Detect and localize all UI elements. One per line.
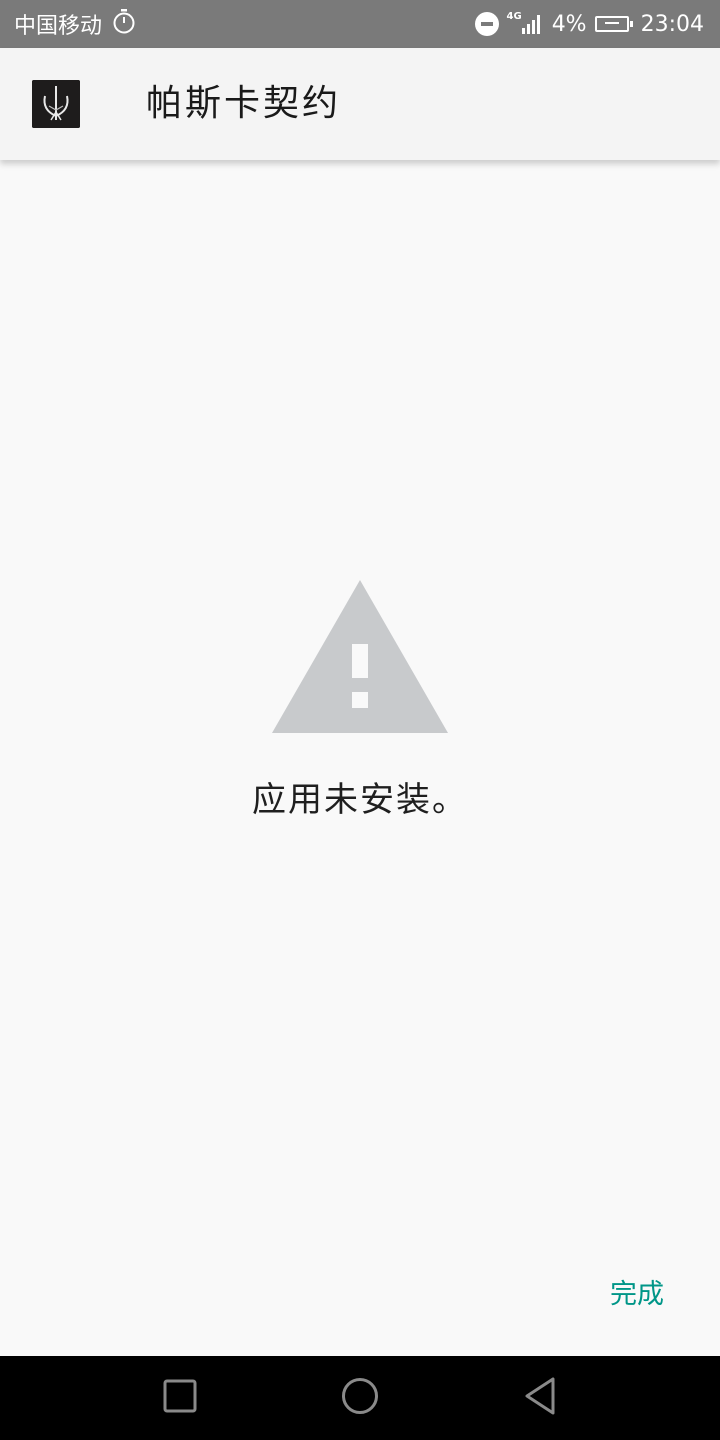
do-not-disturb-icon [474, 12, 499, 36]
done-button[interactable]: 完成 [604, 1272, 670, 1318]
not-installed-message: 应用未安装。 [252, 780, 468, 820]
signal-icon: 4G [507, 12, 544, 36]
home-circle-icon [340, 1376, 380, 1420]
status-right: 4G 4% 23:04 [474, 0, 704, 48]
home-button[interactable] [300, 1356, 420, 1440]
app-title: 帕斯卡契约 [146, 83, 342, 124]
carrier-label: 中国移动 [14, 14, 103, 39]
back-button[interactable] [480, 1356, 600, 1440]
navigation-bar [0, 1356, 720, 1440]
recents-square-icon [162, 1378, 198, 1418]
battery-charging-icon [594, 16, 633, 32]
recents-button[interactable] [120, 1356, 240, 1440]
screen: 中国移动 4G 4% 23:04 帕斯卡契约 应用未安装。 完成 [0, 0, 720, 1440]
app-bar: 帕斯卡契约 [0, 48, 720, 160]
warning-triangle-icon [272, 580, 448, 734]
status-bar: 中国移动 4G 4% 23:04 [0, 0, 720, 48]
status-left: 中国移动 [14, 0, 136, 48]
clock-label: 23:04 [640, 11, 704, 37]
battery-percent-label: 4% [551, 11, 587, 37]
app-logo-icon [32, 80, 80, 128]
back-triangle-icon [522, 1376, 558, 1420]
stopwatch-icon [112, 8, 136, 40]
